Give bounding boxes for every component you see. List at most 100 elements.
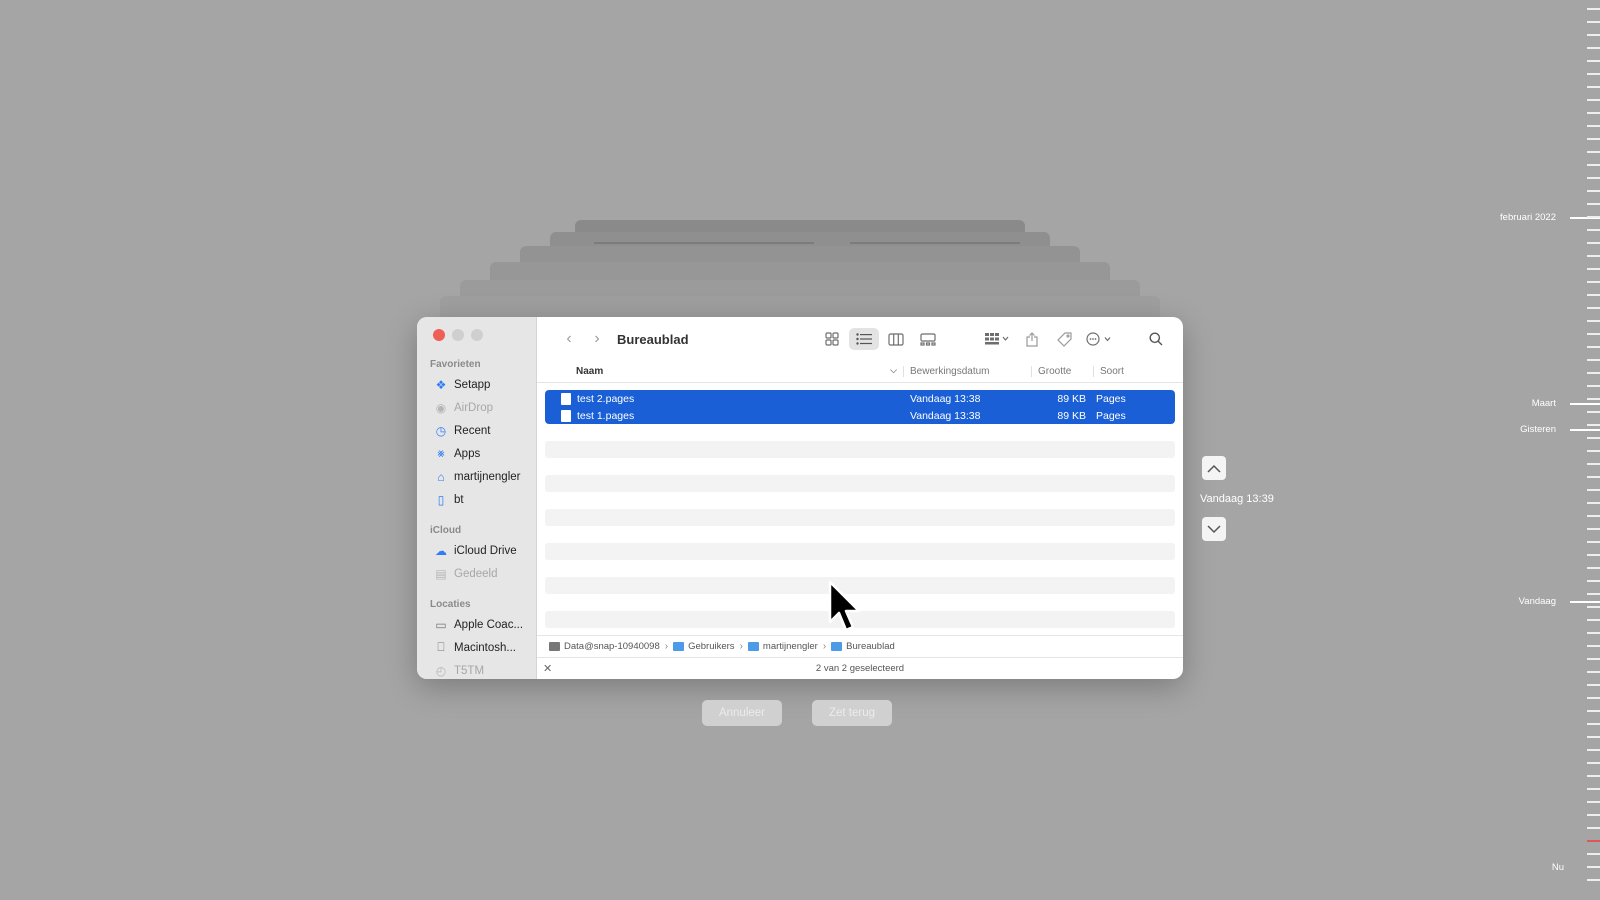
timeline-mark [1570, 429, 1600, 431]
group-button[interactable] [979, 328, 1015, 350]
file-size: 89 KB [1057, 409, 1086, 422]
sidebar-item-airdrop[interactable]: ◉ AirDrop [417, 396, 536, 419]
sidebar-item-label: martijnengler [454, 470, 521, 483]
back-button[interactable]: ‹ [555, 330, 583, 348]
forward-button[interactable]: › [583, 330, 611, 348]
timeline-tick [1587, 255, 1600, 257]
search-button[interactable] [1141, 328, 1171, 350]
timeline-tick [1587, 866, 1600, 868]
sidebar-item-icloud-drive[interactable]: ☁ iCloud Drive [417, 539, 536, 562]
chevron-up-icon [1207, 464, 1221, 473]
zoom-button[interactable] [471, 329, 483, 341]
timeline-tick [1587, 515, 1600, 517]
display-icon: ▭ [435, 617, 447, 632]
timeline-tick [1587, 190, 1600, 192]
path-bar-label: Data@snap-10940098 [564, 641, 660, 652]
timeline-tick [1587, 619, 1600, 621]
file-size: 89 KB [1057, 392, 1086, 405]
action-menu-button[interactable] [1081, 328, 1117, 350]
file-row[interactable]: test 1.pages Vandaag 13:38 89 KB Pages [545, 407, 1175, 424]
sidebar-item-setapp[interactable]: ❖ Setapp [417, 373, 536, 396]
path-bar-label: martijnengler [762, 641, 818, 652]
column-date-header[interactable]: Bewerkingsdatum [903, 366, 1031, 377]
previous-snapshot-button[interactable] [1202, 456, 1226, 480]
timeline-tick [1587, 268, 1600, 270]
window-controls [417, 329, 536, 341]
timeline-label-vandaag: Vandaag [1518, 596, 1556, 607]
path-bar-item[interactable]: Gebruikers [673, 641, 735, 652]
path-bar-item[interactable]: Data@snap-10940098 [549, 641, 660, 652]
sidebar-item-label: Recent [454, 424, 491, 437]
timeline-tick [1587, 554, 1600, 556]
timeline-mark [1570, 403, 1600, 405]
timeline-tick [1587, 762, 1600, 764]
sidebar-item-apps[interactable]: ⨳ Apps [417, 442, 536, 465]
close-icon[interactable]: ✕ [543, 662, 552, 675]
apps-icon: ⨳ [437, 446, 445, 460]
grid-icon [825, 332, 839, 346]
sidebar-item-apple-coac[interactable]: ▭ Apple Coac... [417, 613, 536, 636]
timeline-tick [1587, 736, 1600, 738]
file-name: test 2.pages [577, 392, 635, 405]
timeline-tick [1587, 827, 1600, 829]
sidebar: Favorieten ❖ Setapp ◉ AirDrop ◷ Recent ⨳ Apps ⌂ ma… [417, 317, 537, 679]
empty-row-stripe [545, 543, 1175, 560]
timeline-tick [1587, 437, 1600, 439]
chevron-right-icon: › [664, 641, 669, 652]
timeline-label-feb: februari 2022 [1500, 212, 1556, 223]
close-button[interactable] [433, 329, 445, 341]
sidebar-item-label: Apple Coac... [454, 618, 524, 631]
timeline-tick [1587, 840, 1600, 842]
column-name-header[interactable]: Naam ⌵ [545, 365, 903, 377]
timeline-tick [1587, 853, 1600, 855]
sidebar-content: Favorieten ❖ Setapp ◉ AirDrop ◷ Recent ⨳ Apps ⌂ ma… [417, 353, 536, 679]
path-bar-item[interactable]: Bureaublad [831, 641, 895, 652]
sidebar-item-label: Gedeeld [454, 567, 498, 580]
snapshot-time: Vandaag 13:39 [1200, 493, 1274, 505]
chevron-down-icon [1207, 524, 1221, 533]
gallery-view-button[interactable] [913, 328, 943, 350]
list-icon [856, 333, 872, 345]
sidebar-item-label: bt [454, 493, 464, 506]
next-snapshot-button[interactable] [1202, 517, 1226, 541]
sidebar-item-bt[interactable]: ▯ bt [417, 488, 536, 511]
timeline-tick [1587, 47, 1600, 49]
cancel-button[interactable]: Annuleer [702, 700, 782, 726]
list-view-button[interactable] [849, 328, 879, 350]
timeline-tick [1587, 671, 1600, 673]
disk-icon: ⎕ [437, 640, 445, 654]
sidebar-item-t5tm[interactable]: ◴ T5TM [417, 659, 536, 679]
sidebar-item-martijnengler[interactable]: ⌂ martijnengler [417, 465, 536, 488]
gallery-icon [920, 332, 936, 346]
timeline-tick [1587, 138, 1600, 140]
ghost-line [594, 242, 814, 244]
timeline-tick [1587, 645, 1600, 647]
column-size-header[interactable]: Grootte [1031, 366, 1093, 377]
timeline-tick [1587, 125, 1600, 127]
sidebar-item-macintosh[interactable]: ⎕ Macintosh... [417, 636, 536, 659]
finder-window: Favorieten ❖ Setapp ◉ AirDrop ◷ Recent ⨳ Apps ⌂ ma… [417, 317, 1183, 679]
timeline[interactable]: februari 2022 Maart Gisteren Vandaag Nu [1450, 0, 1600, 900]
toolbar: ‹ › Bureaublad [537, 317, 1183, 361]
column-view-button[interactable] [881, 328, 911, 350]
timeline-tick [1587, 580, 1600, 582]
timeline-tick [1587, 632, 1600, 634]
more-icon [1086, 332, 1111, 346]
sidebar-item-gedeeld[interactable]: ▤ Gedeeld [417, 562, 536, 585]
path-bar-item[interactable]: martijnengler [747, 641, 818, 652]
sidebar-section-header: iCloud [430, 525, 462, 536]
minimize-button[interactable] [452, 329, 464, 341]
tag-button[interactable] [1049, 328, 1079, 350]
timeline-tick [1587, 775, 1600, 777]
column-kind-header[interactable]: Soort [1093, 366, 1183, 377]
restore-button[interactable]: Zet terug [812, 700, 892, 726]
file-row[interactable]: test 2.pages Vandaag 13:38 89 KB Pages [545, 390, 1175, 407]
timeline-tick [1587, 359, 1600, 361]
sidebar-item-label: iCloud Drive [454, 544, 517, 557]
folder-icon [831, 642, 843, 651]
share-button[interactable] [1017, 328, 1047, 350]
timeline-label-maart: Maart [1531, 398, 1556, 409]
cloud-icon: ☁ [435, 543, 447, 558]
icon-view-button[interactable] [817, 328, 847, 350]
sidebar-item-recent[interactable]: ◷ Recent [417, 419, 536, 442]
